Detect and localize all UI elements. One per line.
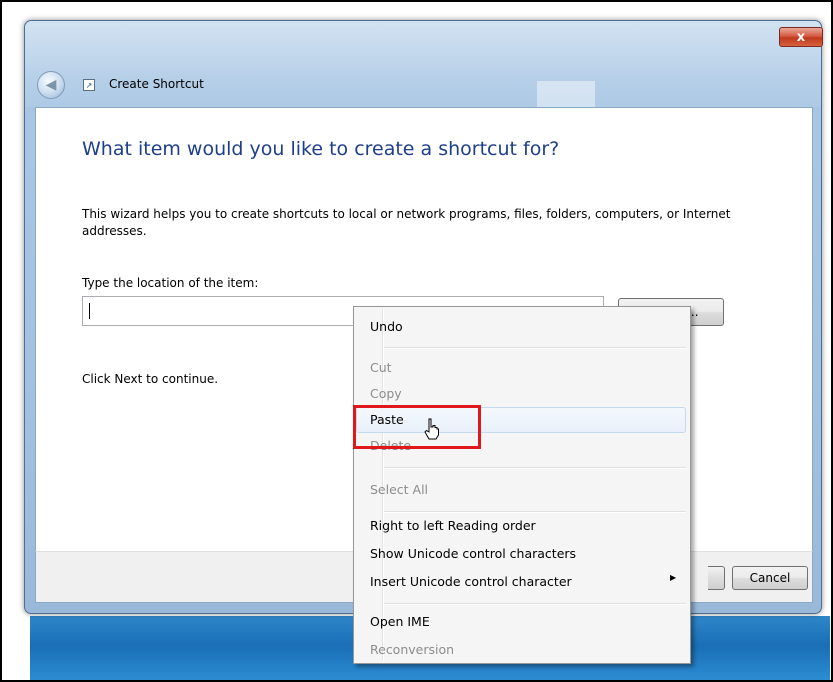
menu-separator	[384, 603, 686, 605]
shortcut-icon: ↗	[83, 79, 95, 91]
menu-item-show-unicode-control[interactable]: Show Unicode control characters	[370, 541, 576, 567]
menu-item-reconversion[interactable]: Reconversion	[370, 637, 454, 663]
next-button[interactable]	[708, 566, 725, 590]
submenu-arrow-icon: ▶	[670, 573, 677, 582]
close-button[interactable]: x	[779, 27, 823, 47]
click-next-text: Click Next to continue.	[82, 372, 219, 386]
paste-highlight-annotation	[353, 405, 481, 449]
menu-item-cut[interactable]: Cut	[370, 355, 392, 381]
menu-item-undo[interactable]: Undo	[370, 314, 403, 340]
back-arrow-icon: ◀	[45, 77, 57, 93]
location-label: Type the location of the item:	[82, 276, 259, 290]
context-menu: Undo Cut Copy Paste Delete Select All Ri…	[353, 306, 691, 664]
menu-item-insert-unicode-control[interactable]: Insert Unicode control character	[370, 569, 572, 595]
back-button[interactable]: ◀	[37, 71, 65, 99]
hand-pointer-cursor-icon	[424, 418, 439, 440]
menu-separator	[384, 467, 686, 469]
menu-item-open-ime[interactable]: Open IME	[370, 609, 430, 635]
window-title: Create Shortcut	[109, 77, 204, 91]
cancel-button[interactable]: Cancel	[732, 566, 808, 590]
menu-item-copy[interactable]: Copy	[370, 381, 402, 407]
close-icon: x	[796, 29, 806, 45]
text-caret	[89, 303, 90, 319]
wizard-description: This wizard helps you to create shortcut…	[82, 207, 731, 238]
title-bar	[25, 21, 821, 107]
menu-item-rtl-reading-order[interactable]: Right to left Reading order	[370, 513, 536, 539]
menu-separator	[384, 347, 686, 349]
menu-item-select-all[interactable]: Select All	[370, 477, 428, 503]
page-heading: What item would you like to create a sho…	[82, 138, 560, 160]
glass-reflection	[537, 81, 595, 107]
